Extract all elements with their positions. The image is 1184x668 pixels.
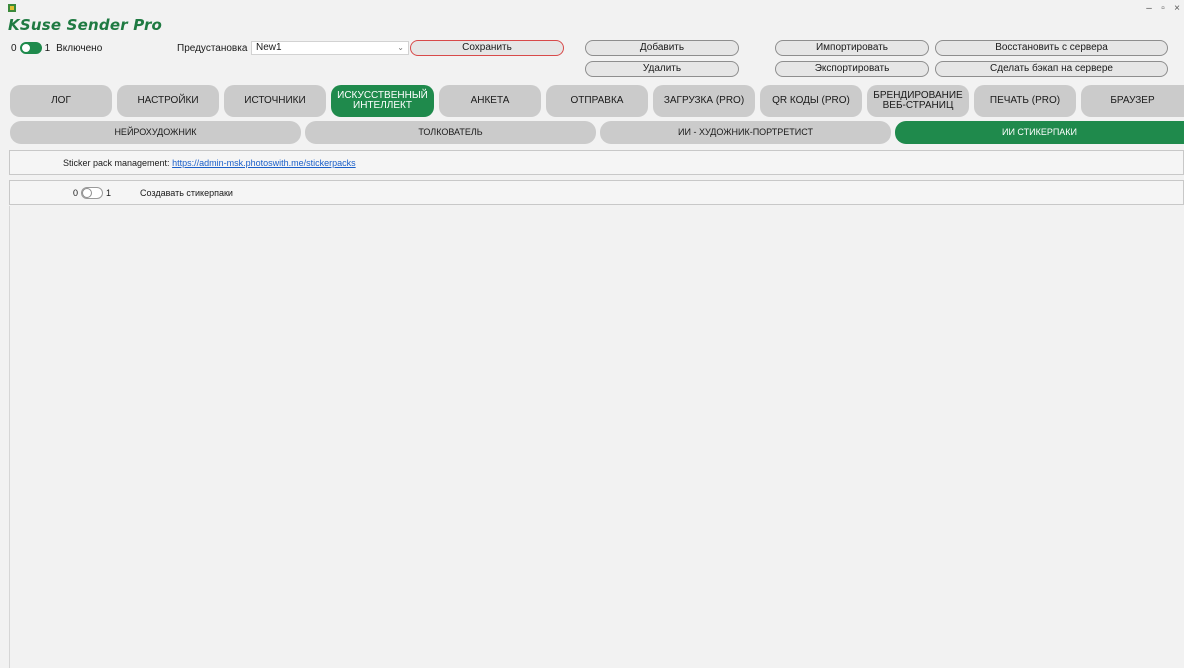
app-title: KSuse Sender Pro [8, 16, 163, 34]
app-window: KSuse Sender Pro – ▫ × 0 1 Включено Пред… [0, 0, 1184, 668]
tab-print-pro[interactable]: ПЕЧАТЬ (PRO) [974, 85, 1076, 117]
preset-select[interactable]: New1 ⌄ [251, 41, 409, 55]
enabled-toggle[interactable]: 0 1 Включено [11, 42, 102, 54]
toggle-off-label: 0 [11, 42, 17, 54]
tab-log[interactable]: ЛОГ [10, 85, 112, 117]
import-button[interactable]: Импортировать [775, 40, 929, 56]
close-button[interactable]: × [1170, 3, 1184, 14]
title-bar: KSuse Sender Pro – ▫ × [0, 0, 1184, 34]
content-area [9, 206, 1184, 668]
subtab-neuro-artist[interactable]: НЕЙРОХУДОЖНИК [10, 121, 301, 144]
tab-sources[interactable]: ИСТОЧНИКИ [224, 85, 326, 117]
restore-from-server-button[interactable]: Восстановить с сервера [935, 40, 1168, 56]
preset-label: Предустановка [177, 43, 248, 54]
tab-settings[interactable]: НАСТРОЙКИ [117, 85, 219, 117]
subtab-ai-stickerpacks[interactable]: ИИ СТИКЕРПАКИ [895, 121, 1184, 144]
tab-artificial-intelligence[interactable]: ИСКУССТВЕННЫЙ ИНТЕЛЛЕКТ [331, 85, 434, 117]
toggle-off-label: 0 [73, 188, 79, 198]
tab-questionnaire[interactable]: АНКЕТА [439, 85, 541, 117]
tab-label-line2: ИНТЕЛЛЕКТ [353, 100, 412, 111]
tab-browser[interactable]: БРАУЗЕР [1081, 85, 1184, 117]
subtab-ai-portrait-artist[interactable]: ИИ - ХУДОЖНИК-ПОРТРЕТИСТ [600, 121, 891, 144]
toggle-on-label: 1 [106, 188, 112, 198]
tab-web-branding[interactable]: БРЕНДИРОВАНИЕ ВЕБ-СТРАНИЦ [867, 85, 969, 117]
app-logo-icon [8, 4, 16, 12]
delete-button[interactable]: Удалить [585, 61, 739, 77]
export-button[interactable]: Экспортировать [775, 61, 929, 77]
tab-label-line2: ВЕБ-СТРАНИЦ [882, 100, 954, 111]
create-stickerpacks-switch[interactable] [81, 187, 104, 199]
preset-value: New1 [256, 42, 282, 53]
enabled-switch[interactable] [19, 42, 42, 54]
sticker-management-row: Sticker pack management: https://admin-m… [63, 158, 356, 168]
sticker-management-label: Sticker pack management: [63, 158, 170, 168]
enabled-label: Включено [56, 42, 103, 54]
create-stickerpacks-label: Создавать стикерпаки [140, 188, 233, 198]
create-stickerpacks-toggle[interactable]: 0 1 [73, 187, 111, 199]
subtab-interpreter[interactable]: ТОЛКОВАТЕЛЬ [305, 121, 596, 144]
backup-to-server-button[interactable]: Сделать бэкап на сервере [935, 61, 1168, 77]
toggle-on-label: 1 [44, 42, 51, 54]
tab-sending[interactable]: ОТПРАВКА [546, 85, 648, 117]
add-button[interactable]: Добавить [585, 40, 739, 56]
minimize-button[interactable]: – [1142, 3, 1156, 14]
maximize-button[interactable]: ▫ [1156, 3, 1170, 14]
sticker-management-link[interactable]: https://admin-msk.photoswith.me/stickerp… [172, 158, 356, 168]
tab-qr-codes-pro[interactable]: QR КОДЫ (PRO) [760, 85, 862, 117]
create-stickerpacks-panel: 0 1 Создавать стикерпаки [9, 180, 1184, 205]
tab-upload-pro[interactable]: ЗАГРУЗКА (PRO) [653, 85, 755, 117]
sticker-management-panel: Sticker pack management: https://admin-m… [9, 150, 1184, 175]
save-button[interactable]: Сохранить [410, 40, 564, 56]
chevron-down-icon: ⌄ [397, 43, 404, 52]
